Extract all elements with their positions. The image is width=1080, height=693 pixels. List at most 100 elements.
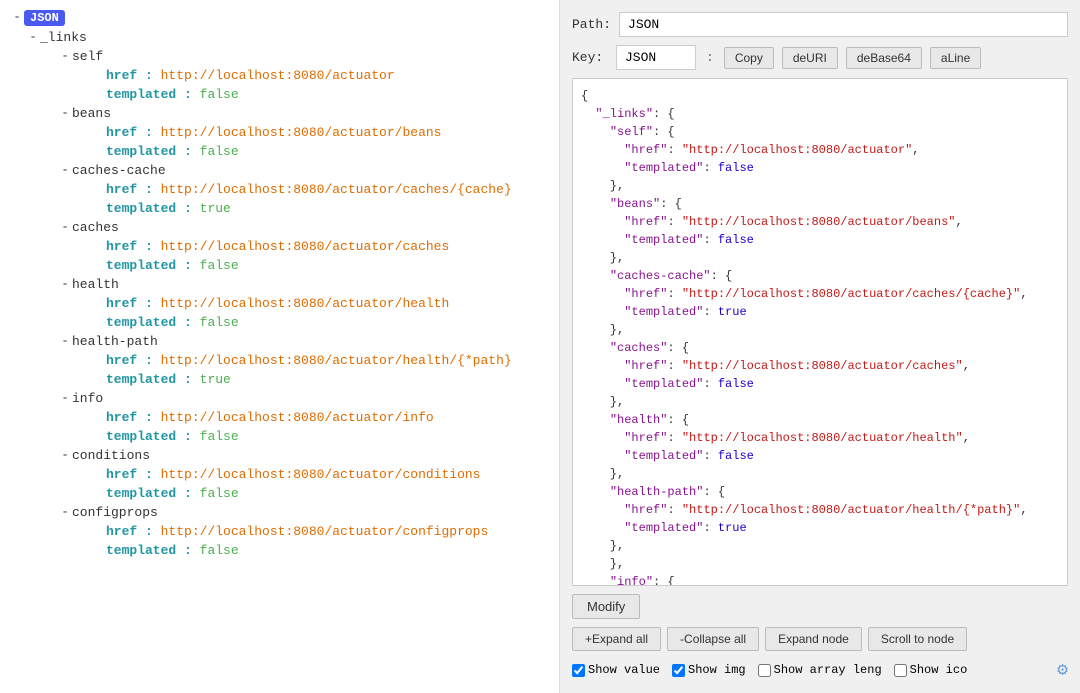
caches-cache-templated-row: templated : true [102, 199, 559, 218]
show-ico-checkbox-label[interactable]: Show ico [894, 663, 968, 677]
show-img-checkbox-label[interactable]: Show img [672, 663, 746, 677]
links-toggle[interactable]: ⁃ [26, 31, 40, 45]
show-ico-checkbox[interactable] [894, 664, 907, 677]
debase64-button[interactable]: deBase64 [846, 47, 922, 69]
info-row[interactable]: ⁃ info [54, 389, 559, 408]
show-img-label: Show img [688, 663, 746, 677]
conditions-href-value[interactable]: http://localhost:8080/actuator/condition… [161, 467, 481, 482]
health-label: health [72, 277, 119, 292]
conditions-templated-row: templated : false [102, 484, 559, 503]
info-templated-value: false [200, 429, 239, 444]
settings-icon[interactable]: ⚙ [1057, 659, 1068, 681]
conditions-label: conditions [72, 448, 150, 463]
configprops-href-key: href : [106, 524, 153, 539]
health-toggle[interactable]: ⁃ [58, 278, 72, 292]
root-toggle[interactable]: ⁃ [10, 11, 24, 25]
caches-row[interactable]: ⁃ caches [54, 218, 559, 237]
caches-href-row: href : http://localhost:8080/actuator/ca… [102, 237, 559, 256]
tree-root-row[interactable]: ⁃ JSON [6, 8, 559, 28]
configprops-templated-value: false [200, 543, 239, 558]
health-path-templated-row: templated : true [102, 370, 559, 389]
copy-button[interactable]: Copy [724, 47, 774, 69]
beans-href-value[interactable]: http://localhost:8080/actuator/beans [161, 125, 442, 140]
links-label: _links [40, 30, 87, 45]
checkbox-row: Show value Show img Show array leng Show… [572, 659, 1068, 681]
caches-href-value[interactable]: http://localhost:8080/actuator/caches [161, 239, 450, 254]
show-img-checkbox[interactable] [672, 664, 685, 677]
health-path-toggle[interactable]: ⁃ [58, 335, 72, 349]
info-href-value[interactable]: http://localhost:8080/actuator/info [161, 410, 434, 425]
scroll-node-button[interactable]: Scroll to node [868, 627, 967, 651]
self-templated-value: false [200, 87, 239, 102]
beans-templated-row: templated : false [102, 142, 559, 161]
configprops-row[interactable]: ⁃ configprops [54, 503, 559, 522]
show-array-leng-checkbox-label[interactable]: Show array leng [758, 663, 882, 677]
caches-templated-row: templated : false [102, 256, 559, 275]
key-row: Key: : Copy deURI deBase64 aLine [572, 45, 1068, 70]
caches-label: caches [72, 220, 119, 235]
deuri-button[interactable]: deURI [782, 47, 838, 69]
health-href-value[interactable]: http://localhost:8080/actuator/health [161, 296, 450, 311]
configprops-href-row: href : http://localhost:8080/actuator/co… [102, 522, 559, 541]
path-row: Path: [572, 12, 1068, 37]
bottom-buttons: +Expand all -Collapse all Expand node Sc… [572, 627, 1068, 651]
health-path-row[interactable]: ⁃ health-path [54, 332, 559, 351]
collapse-all-button[interactable]: -Collapse all [667, 627, 759, 651]
configprops-toggle[interactable]: ⁃ [58, 506, 72, 520]
configprops-label: configprops [72, 505, 158, 520]
conditions-href-key: href : [106, 467, 153, 482]
conditions-toggle[interactable]: ⁃ [58, 449, 72, 463]
conditions-templated-value: false [200, 486, 239, 501]
caches-cache-row[interactable]: ⁃ caches-cache [54, 161, 559, 180]
show-ico-label: Show ico [910, 663, 968, 677]
beans-templated-value: false [200, 144, 239, 159]
health-templated-key: templated : [106, 315, 192, 330]
health-href-key: href : [106, 296, 153, 311]
links-row[interactable]: ⁃ _links [22, 28, 559, 47]
show-array-leng-checkbox[interactable] [758, 664, 771, 677]
self-row[interactable]: ⁃ self [54, 47, 559, 66]
show-value-label: Show value [588, 663, 660, 677]
tree-panel: ⁃ JSON ⁃ _links ⁃ self href : http:// [0, 0, 560, 693]
key-input[interactable] [616, 45, 696, 70]
caches-templated-key: templated : [106, 258, 192, 273]
caches-cache-href-value[interactable]: http://localhost:8080/actuator/caches/{c… [161, 182, 512, 197]
self-label: self [72, 49, 103, 64]
configprops-templated-key: templated : [106, 543, 192, 558]
beans-row[interactable]: ⁃ beans [54, 104, 559, 123]
beans-href-row: href : http://localhost:8080/actuator/be… [102, 123, 559, 142]
caches-cache-href-row: href : http://localhost:8080/actuator/ca… [102, 180, 559, 199]
root-label: JSON [24, 10, 65, 26]
health-row[interactable]: ⁃ health [54, 275, 559, 294]
caches-cache-templated-key: templated : [106, 201, 192, 216]
beans-label: beans [72, 106, 111, 121]
info-href-row: href : http://localhost:8080/actuator/in… [102, 408, 559, 427]
beans-toggle[interactable]: ⁃ [58, 107, 72, 121]
expand-node-button[interactable]: Expand node [765, 627, 862, 651]
info-toggle[interactable]: ⁃ [58, 392, 72, 406]
self-toggle[interactable]: ⁃ [58, 50, 72, 64]
info-templated-row: templated : false [102, 427, 559, 446]
conditions-href-row: href : http://localhost:8080/actuator/co… [102, 465, 559, 484]
beans-href-key: href : [106, 125, 153, 140]
expand-all-button[interactable]: +Expand all [572, 627, 661, 651]
right-panel: Path: Key: : Copy deURI deBase64 aLine {… [560, 0, 1080, 693]
caches-cache-toggle[interactable]: ⁃ [58, 164, 72, 178]
caches-toggle[interactable]: ⁃ [58, 221, 72, 235]
conditions-row[interactable]: ⁃ conditions [54, 446, 559, 465]
show-value-checkbox-label[interactable]: Show value [572, 663, 660, 677]
info-label: info [72, 391, 103, 406]
aline-button[interactable]: aLine [930, 47, 981, 69]
health-path-href-value[interactable]: http://localhost:8080/actuator/health/{*… [161, 353, 512, 368]
health-href-row: href : http://localhost:8080/actuator/he… [102, 294, 559, 313]
caches-cache-templated-value: true [200, 201, 231, 216]
key-label: Key: [572, 50, 608, 65]
show-value-checkbox[interactable] [572, 664, 585, 677]
self-href-value[interactable]: http://localhost:8080/actuator [161, 68, 395, 83]
caches-cache-href-key: href : [106, 182, 153, 197]
configprops-href-value[interactable]: http://localhost:8080/actuator/configpro… [161, 524, 489, 539]
modify-button[interactable]: Modify [572, 594, 640, 619]
path-input[interactable] [619, 12, 1068, 37]
path-label: Path: [572, 17, 611, 32]
health-templated-row: templated : false [102, 313, 559, 332]
